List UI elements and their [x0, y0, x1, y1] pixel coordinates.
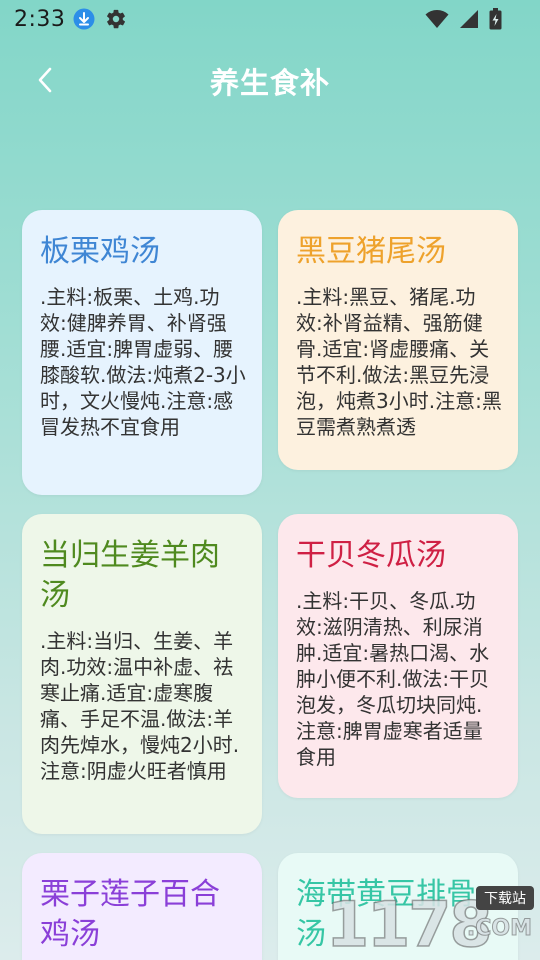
watermark-suffix: .COM — [466, 916, 532, 942]
recipe-card[interactable]: 干贝冬瓜汤 .主料:干贝、冬瓜.功效:滋阴清热、利尿消肿.适宜:暑热口渴、水肿小… — [278, 514, 518, 798]
recipe-description: .主料:板栗、土鸡.功效:健脾养胃、补肾强腰.适宜:脾胃虚弱、腰膝酸软.做法:炖… — [40, 285, 246, 439]
recipe-title: 黑豆猪尾汤 — [296, 234, 446, 269]
recipe-grid: 板栗鸡汤 .主料:板栗、土鸡.功效:健脾养胃、补肾强腰.适宜:脾胃虚弱、腰膝酸软… — [0, 0, 540, 960]
recipe-description: .主料:黑豆、猪尾.功效:补肾益精、强筋健骨.适宜:肾虚腰痛、关节不利.做法:黑… — [296, 285, 502, 439]
recipe-card[interactable]: 栗子莲子百合鸡汤 — [22, 853, 262, 960]
recipe-title: 栗子莲子百合鸡汤 — [40, 877, 220, 952]
recipe-description: .主料:干贝、冬瓜.功效:滋阴清热、利尿消肿.适宜:暑热口渴、水肿小便不利.做法… — [296, 589, 490, 769]
recipe-card[interactable]: 当归生姜羊肉汤 .主料:当归、生姜、羊肉.功效:温中补虚、祛寒止痛.适宜:虚寒腹… — [22, 514, 262, 834]
recipe-title: 板栗鸡汤 — [40, 234, 160, 269]
recipe-title: 干贝冬瓜汤 — [296, 538, 446, 573]
watermark: 1178 下载站 .COM — [296, 886, 536, 960]
recipe-description: .主料:当归、生姜、羊肉.功效:温中补虚、祛寒止痛.适宜:虚寒腹痛、手足不温.做… — [40, 629, 240, 783]
recipe-title: 当归生姜羊肉汤 — [40, 538, 220, 613]
recipe-card[interactable]: 黑豆猪尾汤 .主料:黑豆、猪尾.功效:补肾益精、强筋健骨.适宜:肾虚腰痛、关节不… — [278, 210, 518, 470]
watermark-badge: 下载站 — [476, 886, 534, 910]
recipe-card[interactable]: 板栗鸡汤 .主料:板栗、土鸡.功效:健脾养胃、补肾强腰.适宜:脾胃虚弱、腰膝酸软… — [22, 210, 262, 495]
watermark-digits: 1178 — [325, 887, 493, 960]
